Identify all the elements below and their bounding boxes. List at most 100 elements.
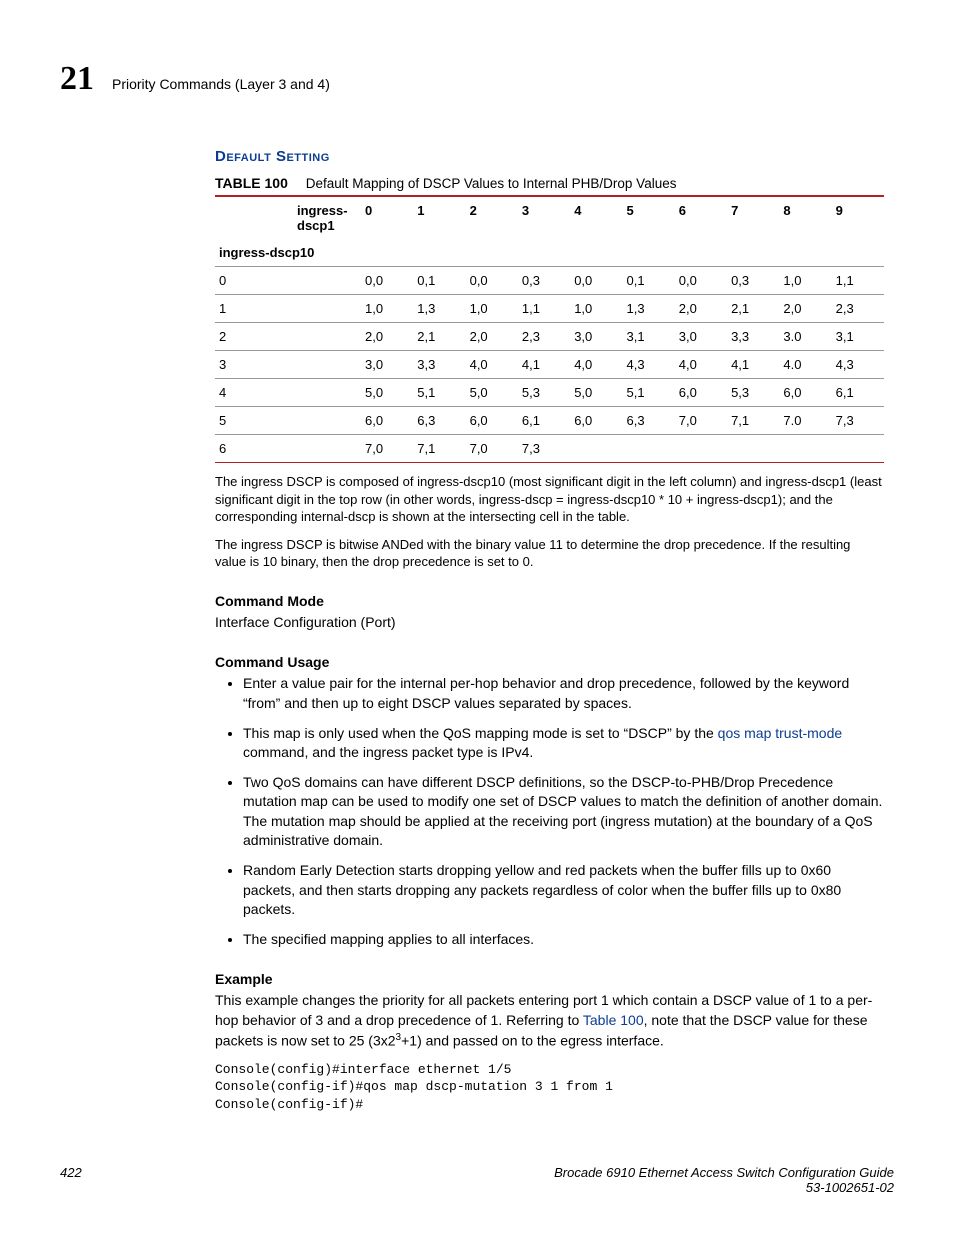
chapter-number: 21 [60,60,94,98]
command-mode-heading: Command Mode [215,593,884,609]
table-100-link[interactable]: Table 100 [583,1012,644,1028]
row-header: 6 [215,435,361,463]
table-row: 45,05,15,05,35,05,16,05,36,06,1 [215,379,884,407]
table-row: 22,02,12,02,33,03,13,03,33.03,1 [215,323,884,351]
col-header: 9 [832,196,884,239]
table-cell: 4,3 [622,351,674,379]
col-header: 2 [466,196,518,239]
table-cell: 0,3 [727,267,779,295]
text: command, and the ingress packet type is … [243,744,533,760]
table-label: TABLE 100 [215,175,288,191]
table-cell: 6,0 [361,407,413,435]
table-cell: 2,3 [832,295,884,323]
table-cell: 6,1 [832,379,884,407]
row-header: 2 [215,323,361,351]
table-cell: 0,1 [413,267,465,295]
chapter-title: Priority Commands (Layer 3 and 4) [112,76,330,92]
table-cell: 3,3 [727,323,779,351]
table-title: Default Mapping of DSCP Values to Intern… [306,176,677,191]
command-mode-text: Interface Configuration (Port) [215,613,884,633]
table-row: 00,00,10,00,30,00,10,00,31,01,1 [215,267,884,295]
table-cell: 6,3 [413,407,465,435]
list-item: The specified mapping applies to all int… [243,930,884,950]
col-header: 6 [675,196,727,239]
table-cell: 2,0 [466,323,518,351]
col-header: 5 [622,196,674,239]
table-cell: 1,1 [518,295,570,323]
table-note-2: The ingress DSCP is bitwise ANDed with t… [215,536,884,571]
table-cell: 2,1 [413,323,465,351]
table-cell: 4,1 [727,351,779,379]
table-cell: 0,0 [570,267,622,295]
table-cell: 1,0 [570,295,622,323]
table-cell: 2,0 [779,295,831,323]
table-cell: 3,1 [622,323,674,351]
table-row: 33,03,34,04,14,04,34,04,14.04,3 [215,351,884,379]
table-cell: 0,1 [622,267,674,295]
table-cell: 7,0 [675,407,727,435]
table-cell: 7.0 [779,407,831,435]
table-cell: 7,0 [361,435,413,463]
row-header: 4 [215,379,361,407]
table-row: 56,06,36,06,16,06,37,07,17.07,3 [215,407,884,435]
table-cell: 3,0 [570,323,622,351]
col-header: 4 [570,196,622,239]
text: This map is only used when the QoS mappi… [243,725,718,741]
table-cell: 3.0 [779,323,831,351]
table-cell: 7,0 [466,435,518,463]
table-cell: 6,0 [675,379,727,407]
table-cell: 6,1 [518,407,570,435]
table-cell: 1,3 [622,295,674,323]
table-caption: TABLE 100 Default Mapping of DSCP Values… [215,175,884,191]
col-axis-label: ingress-dscp1 [293,196,361,239]
table-cell: 5,1 [413,379,465,407]
row-header: 0 [215,267,361,295]
table-cell: 4,0 [570,351,622,379]
row-axis-label: ingress-dscp10 [215,239,884,267]
command-usage-list: Enter a value pair for the internal per-… [215,674,884,949]
list-item: This map is only used when the QoS mappi… [243,724,884,763]
table-cell: 5,1 [622,379,674,407]
table-cell: 0,0 [675,267,727,295]
table-cell [622,435,674,463]
list-item: Random Early Detection starts dropping y… [243,861,884,920]
table-cell [832,435,884,463]
example-heading: Example [215,971,884,987]
table-cell: 6,0 [466,407,518,435]
row-header: 5 [215,407,361,435]
table-cell: 4,3 [832,351,884,379]
table-row: 11,01,31,01,11,01,32,02,12,02,3 [215,295,884,323]
col-header: 0 [361,196,413,239]
table-cell [727,435,779,463]
text: +1) and passed on to the egress interfac… [401,1032,664,1048]
table-cell: 1,3 [413,295,465,323]
table-cell: 7,1 [413,435,465,463]
table-cell: 4,0 [675,351,727,379]
table-cell: 4,0 [466,351,518,379]
table-cell: 2,0 [361,323,413,351]
table-cell: 0,3 [518,267,570,295]
table-cell: 6,3 [622,407,674,435]
table-cell: 4,1 [518,351,570,379]
table-cell: 6,0 [570,407,622,435]
col-header: 8 [779,196,831,239]
table-cell: 1,0 [779,267,831,295]
page: 21 Priority Commands (Layer 3 and 4) Def… [0,0,954,1235]
table-cell: 2,0 [675,295,727,323]
table-cell: 3,0 [675,323,727,351]
command-usage-heading: Command Usage [215,654,884,670]
table-cell: 6,0 [779,379,831,407]
section-heading-default-setting: Default Setting [215,148,884,165]
table-note-1: The ingress DSCP is composed of ingress-… [215,473,884,526]
table-cell: 3,1 [832,323,884,351]
page-number: 422 [60,1165,82,1180]
table-cell [779,435,831,463]
table-cell: 2,1 [727,295,779,323]
table-cell: 3,3 [413,351,465,379]
page-footer: 422 Brocade 6910 Ethernet Access Switch … [60,1165,894,1195]
table-cell: 1,1 [832,267,884,295]
doc-title: Brocade 6910 Ethernet Access Switch Conf… [554,1165,894,1180]
qos-map-trust-mode-link[interactable]: qos map trust-mode [718,725,843,741]
content-column: Default Setting TABLE 100 Default Mappin… [215,148,884,1114]
table-cell: 5,0 [361,379,413,407]
